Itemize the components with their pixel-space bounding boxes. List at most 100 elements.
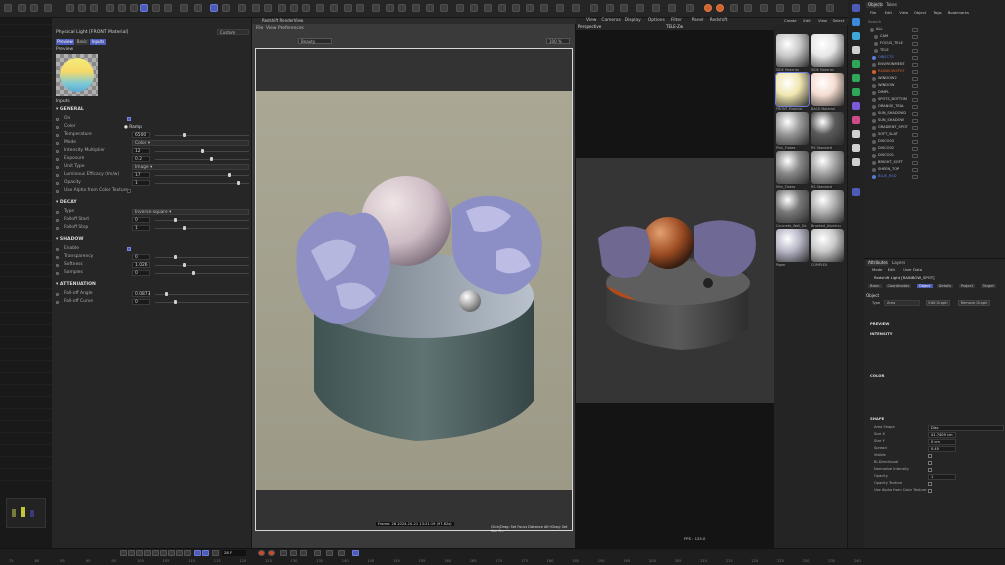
object-row[interactable]: TELE bbox=[864, 47, 1005, 54]
object-row[interactable]: SOFT_SLAT bbox=[864, 131, 1005, 138]
toolbar-tool-icon[interactable] bbox=[484, 4, 492, 12]
tool-icon[interactable] bbox=[852, 18, 860, 26]
shape-checkbox[interactable] bbox=[928, 460, 932, 465]
toolbar-tool-icon[interactable] bbox=[386, 4, 394, 12]
toolbar-tool-icon[interactable] bbox=[316, 4, 324, 12]
visibility-flags-icon[interactable] bbox=[912, 104, 918, 109]
toolbar-tool-icon[interactable] bbox=[826, 4, 834, 12]
toolbar-tool-icon[interactable] bbox=[470, 4, 478, 12]
toolbar-tool-icon[interactable] bbox=[744, 4, 752, 12]
toolbar-tool-icon[interactable] bbox=[590, 4, 598, 12]
object-row[interactable]: BLUE_RED bbox=[864, 173, 1005, 180]
animate-dot-icon[interactable] bbox=[56, 218, 59, 222]
object-search[interactable]: Search bbox=[868, 19, 881, 24]
toolbar-tool-icon[interactable] bbox=[44, 4, 52, 12]
toolbar-tool-icon[interactable] bbox=[118, 4, 126, 12]
keyframe-control-icon[interactable] bbox=[326, 550, 333, 556]
toolbar-tool-icon[interactable] bbox=[194, 4, 202, 12]
object-row[interactable]: DIMPL bbox=[864, 89, 1005, 96]
toolbar-tool-icon[interactable] bbox=[372, 4, 380, 12]
visibility-flags-icon[interactable] bbox=[912, 48, 918, 53]
object-row[interactable]: BRIGHT_SOFT bbox=[864, 159, 1005, 166]
toolbar-tool-icon[interactable] bbox=[760, 4, 768, 12]
section-general[interactable]: ▾ GENERAL bbox=[56, 106, 84, 114]
visibility-flags-icon[interactable] bbox=[912, 139, 918, 144]
object-row[interactable]: SHEEN_TOP bbox=[864, 166, 1005, 173]
object-row[interactable]: ORANGE_TEAL bbox=[864, 103, 1005, 110]
visibility-flags-icon[interactable] bbox=[912, 97, 918, 102]
tab-takes[interactable]: Takes bbox=[886, 2, 897, 8]
toolbar-tool-icon[interactable] bbox=[776, 4, 784, 12]
visibility-flags-icon[interactable] bbox=[912, 69, 918, 74]
node-editor-area[interactable] bbox=[0, 18, 52, 548]
material-menu-select[interactable]: Select bbox=[833, 18, 845, 23]
subtab-basic[interactable]: Basic bbox=[868, 284, 882, 288]
section-decay[interactable]: ▾ DECAY bbox=[56, 199, 77, 207]
object-row[interactable]: ENVIRONMENT bbox=[864, 61, 1005, 68]
object-row[interactable]: SPOTS_BOTTOM bbox=[864, 96, 1005, 103]
playback-control-icon[interactable] bbox=[144, 550, 151, 556]
mini-navigator[interactable] bbox=[6, 498, 46, 528]
animate-dot-icon[interactable] bbox=[56, 173, 59, 177]
visibility-flags-icon[interactable] bbox=[912, 62, 918, 67]
toolbar-tool-icon[interactable] bbox=[652, 4, 660, 12]
visibility-flags-icon[interactable] bbox=[912, 27, 918, 32]
section-shape[interactable]: SHAPE bbox=[870, 416, 884, 421]
general-value[interactable]: 17 bbox=[132, 172, 150, 178]
subtab-target[interactable]: Target bbox=[980, 284, 996, 288]
animate-dot-icon[interactable] bbox=[56, 133, 59, 137]
slider-knob[interactable] bbox=[165, 292, 168, 296]
viewport-scene[interactable] bbox=[576, 158, 774, 403]
decay-value[interactable]: 0 bbox=[132, 217, 150, 223]
toolbar-tool-icon[interactable] bbox=[526, 4, 534, 12]
decay-dropdown[interactable]: Inverse-square ▾ bbox=[132, 209, 249, 215]
material-swatch[interactable] bbox=[776, 112, 809, 145]
attribute-menu-edit[interactable]: Edit bbox=[888, 267, 895, 272]
keyframe-control-icon[interactable] bbox=[268, 550, 275, 556]
object-row[interactable]: WINDOW bbox=[864, 82, 1005, 89]
object-row[interactable]: SUN_SHADOW2 bbox=[864, 110, 1005, 117]
general-value[interactable]: 0.2 bbox=[132, 156, 150, 162]
playback-control-icon[interactable] bbox=[194, 550, 201, 556]
remove-graph-button[interactable]: Remove Graph bbox=[958, 300, 990, 306]
tab-inputs[interactable]: Inputs bbox=[90, 39, 106, 45]
object-menu-object[interactable]: Object bbox=[914, 10, 926, 15]
animate-dot-icon[interactable] bbox=[56, 125, 59, 129]
toolbar-tool-icon[interactable] bbox=[686, 4, 694, 12]
attenuation-value[interactable]: 0.0873 bbox=[132, 291, 150, 297]
visibility-flags-icon[interactable] bbox=[912, 41, 918, 46]
toolbar-tool-icon[interactable] bbox=[152, 4, 160, 12]
general-dropdown[interactable]: Color ▾ bbox=[132, 140, 249, 146]
tool-icon[interactable] bbox=[852, 46, 860, 54]
toolbar-tool-icon[interactable] bbox=[730, 4, 738, 12]
tool-icon[interactable] bbox=[852, 60, 860, 68]
shape-value[interactable]: Disc bbox=[928, 424, 1004, 431]
playback-control-icon[interactable] bbox=[160, 550, 167, 556]
visibility-flags-icon[interactable] bbox=[912, 160, 918, 165]
animate-dot-icon[interactable] bbox=[56, 226, 59, 230]
keyframe-control-icon[interactable] bbox=[290, 550, 297, 556]
material-menu-edit[interactable]: Edit bbox=[803, 18, 810, 23]
playback-control-icon[interactable] bbox=[152, 550, 159, 556]
toolbar-tool-icon[interactable] bbox=[4, 4, 12, 12]
subtab-object[interactable]: Object bbox=[916, 284, 933, 288]
tool-icon[interactable] bbox=[852, 74, 860, 82]
toolbar-tool-icon[interactable] bbox=[18, 4, 26, 12]
toolbar-tool-icon[interactable] bbox=[426, 4, 434, 12]
slider-knob[interactable] bbox=[192, 271, 195, 275]
shadow-slider[interactable] bbox=[155, 263, 249, 267]
aov-dropdown[interactable]: Beauty bbox=[298, 38, 332, 44]
object-row[interactable]: SUN_SHADOW bbox=[864, 117, 1005, 124]
shape-value[interactable]: 0.45 bbox=[928, 445, 956, 452]
animate-dot-icon[interactable] bbox=[56, 247, 59, 251]
shadow-slider[interactable] bbox=[155, 255, 249, 259]
general-slider[interactable] bbox=[155, 173, 249, 177]
color-ramp[interactable]: ● Ramp bbox=[124, 124, 154, 130]
object-row[interactable]: RAINBOWSPOT bbox=[864, 68, 1005, 75]
toolbar-tool-icon[interactable] bbox=[704, 4, 712, 12]
subtab-project[interactable]: Project bbox=[958, 284, 975, 288]
shape-value[interactable]: 41.7409 cm bbox=[928, 431, 956, 438]
toolbar-tool-icon[interactable] bbox=[572, 4, 580, 12]
material-swatch[interactable] bbox=[776, 34, 809, 67]
visibility-flags-icon[interactable] bbox=[912, 111, 918, 116]
